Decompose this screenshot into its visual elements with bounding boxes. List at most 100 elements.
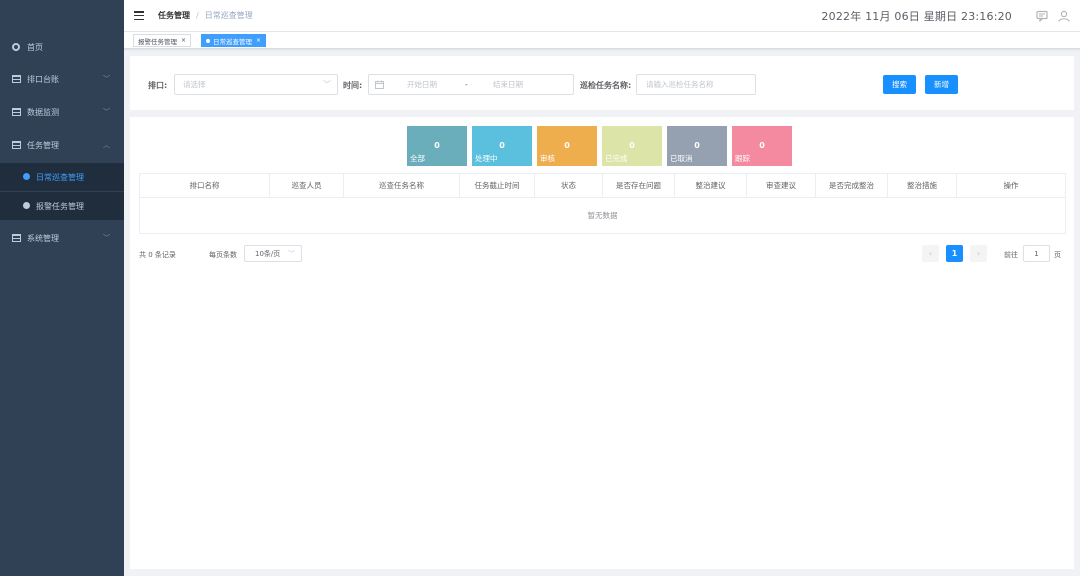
column-header-task-name: 巡查任务名称	[344, 174, 460, 197]
stat-card[interactable]: 0 已取消	[667, 126, 727, 166]
start-date-placeholder[interactable]: 开始日期	[407, 79, 437, 90]
tag-label: 日常巡查管理	[213, 37, 252, 46]
sidebar-subitem-daily-patrol[interactable]: 日常巡查管理	[0, 163, 124, 191]
tag-label: 报警任务管理	[138, 37, 177, 46]
active-dot-icon	[206, 38, 210, 43]
pagination: 共 0 条记录 每页条数 10条/页 ﹀ ‹ 1 › 前往 页	[139, 244, 1066, 264]
column-header-has-issue: 是否存在问题	[603, 174, 675, 197]
page-button-1[interactable]: 1	[946, 245, 963, 262]
chevron-down-icon: ﹀	[103, 75, 110, 83]
sidebar-item-outlet-ledger[interactable]: 排口台账 ﹀	[0, 64, 124, 94]
sidebar-item-task-management[interactable]: 任务管理 ︿	[0, 130, 124, 160]
close-icon[interactable]: ×	[181, 37, 186, 44]
sidebar-item-system-management[interactable]: 系统管理 ﹀	[0, 223, 124, 253]
table-icon	[11, 107, 21, 117]
search-panel: 排口: 请选择 ﹀ 时间: 开始日期 - 结束日期 巡检任务名称: 搜索 新增	[130, 56, 1074, 110]
stat-card-label: 已完成	[605, 154, 628, 163]
chevron-down-icon: ﹀	[323, 80, 331, 89]
chevron-down-icon: ﹀	[288, 250, 295, 258]
task-table: 排口名称 巡查人员 巡查任务名称 任务截止时间 状态 是否存在问题 整治建议 审…	[139, 173, 1066, 234]
stat-card-label: 审核	[540, 154, 555, 163]
page-size-select[interactable]: 10条/页 ﹀	[244, 245, 302, 262]
page-size-label: 每页条数	[209, 251, 237, 259]
column-header-inspector: 巡查人员	[270, 174, 344, 197]
stat-card[interactable]: 0 审核	[537, 126, 597, 166]
breadcrumb-item-current: 日常巡查管理	[204, 11, 253, 20]
sidebar-item-data-monitor[interactable]: 数据监测 ﹀	[0, 97, 124, 127]
sidebar-item-label: 系统管理	[27, 233, 59, 243]
sidebar-subitem-alarm-task[interactable]: 报警任务管理	[0, 192, 124, 220]
total-records: 共 0 条记录	[139, 251, 176, 259]
task-name-input[interactable]	[636, 74, 756, 95]
task-name-label: 巡检任务名称:	[580, 81, 632, 90]
stat-card-label: 全部	[410, 154, 425, 163]
sidebar: 首页 排口台账 ﹀ 数据监测 ﹀ 任务管理 ︿ 日常巡查管理 报警任务管理 系统…	[0, 0, 124, 576]
chevron-up-icon: ︿	[103, 141, 110, 149]
close-icon[interactable]: ×	[256, 37, 261, 44]
tags-view: 报警任务管理 × 日常巡查管理 ×	[124, 32, 1080, 49]
dot-icon	[23, 202, 31, 210]
breadcrumb: 任务管理 / 日常巡查管理	[158, 10, 253, 21]
outlet-label: 排口:	[148, 81, 168, 90]
user-icon[interactable]	[1058, 10, 1070, 22]
datetime-display: 2022年 11月 06日 星期日 23:16:20	[821, 10, 1012, 23]
header-right: 2022年 11月 06日 星期日 23:16:20	[821, 0, 1070, 32]
date-range-picker[interactable]: 开始日期 - 结束日期	[368, 74, 574, 95]
time-label: 时间:	[343, 81, 363, 90]
table-icon	[11, 140, 21, 150]
column-header-rectify-advice: 整治建议	[675, 174, 747, 197]
stat-card[interactable]: 0 跟踪	[732, 126, 792, 166]
stat-card-label: 已取消	[670, 154, 693, 163]
table-empty-text: 暂无数据	[139, 198, 1066, 234]
sidebar-item-label: 排口台账	[27, 74, 59, 84]
tag-alarm-task[interactable]: 报警任务管理 ×	[133, 34, 192, 47]
tag-daily-patrol[interactable]: 日常巡查管理 ×	[201, 34, 267, 47]
goto-label: 前往	[1004, 251, 1018, 259]
sidebar-item-home[interactable]: 首页	[0, 32, 124, 62]
outlet-select-placeholder: 请选择	[183, 80, 206, 89]
breadcrumb-separator: /	[196, 11, 199, 20]
stat-card-value: 0	[564, 141, 570, 150]
message-icon[interactable]	[1036, 10, 1048, 22]
next-page-button[interactable]: ›	[970, 245, 987, 262]
table-icon	[11, 74, 21, 84]
chevron-down-icon: ﹀	[103, 108, 110, 116]
breadcrumb-item-task-management[interactable]: 任务管理	[158, 10, 190, 21]
hamburger-icon[interactable]	[134, 11, 144, 20]
calendar-icon	[375, 80, 384, 89]
sidebar-subitem-label: 日常巡查管理	[36, 172, 84, 182]
column-header-review-advice: 审查建议	[747, 174, 816, 197]
column-header-outlet-name: 排口名称	[140, 174, 270, 197]
stat-card-value: 0	[629, 141, 635, 150]
outlet-select[interactable]: 请选择 ﹀	[174, 74, 338, 95]
stat-card-label: 处理中	[475, 154, 498, 163]
column-header-actions: 操作	[1003, 181, 1019, 190]
stat-card-value: 0	[694, 141, 700, 150]
stat-card[interactable]: 0 处理中	[472, 126, 532, 166]
end-date-placeholder[interactable]: 结束日期	[493, 79, 523, 90]
goto-suffix: 页	[1054, 251, 1061, 259]
table-icon	[11, 233, 21, 243]
column-header-status: 状态	[535, 174, 603, 197]
stat-card-label: 跟踪	[735, 154, 750, 163]
stat-card-value: 0	[434, 141, 440, 150]
column-header-rectify-done: 是否完成整治	[816, 174, 888, 197]
add-button[interactable]: 新增	[925, 75, 958, 94]
home-icon	[11, 42, 21, 52]
chevron-down-icon: ﹀	[103, 234, 110, 242]
sidebar-item-label: 数据监测	[27, 107, 59, 117]
stat-card[interactable]: 0 全部	[407, 126, 467, 166]
sidebar-item-label: 任务管理	[27, 140, 59, 150]
prev-page-button[interactable]: ‹	[922, 245, 939, 262]
column-header-deadline: 任务截止时间	[460, 174, 535, 197]
goto-page-input[interactable]	[1023, 245, 1050, 262]
column-header-rectify-measures: 整治措施	[888, 174, 957, 197]
date-separator: -	[465, 80, 468, 89]
top-navbar: 任务管理 / 日常巡查管理 2022年 11月 06日 星期日 23:16:20	[124, 0, 1080, 32]
search-button[interactable]: 搜索	[883, 75, 916, 94]
sidebar-item-label: 首页	[27, 42, 43, 52]
sidebar-subitem-label: 报警任务管理	[36, 201, 84, 211]
page-size-value: 10条/页	[255, 249, 281, 258]
table-header: 排口名称 巡查人员 巡查任务名称 任务截止时间 状态 是否存在问题 整治建议 审…	[139, 173, 1066, 198]
stat-card[interactable]: 0 已完成	[602, 126, 662, 166]
